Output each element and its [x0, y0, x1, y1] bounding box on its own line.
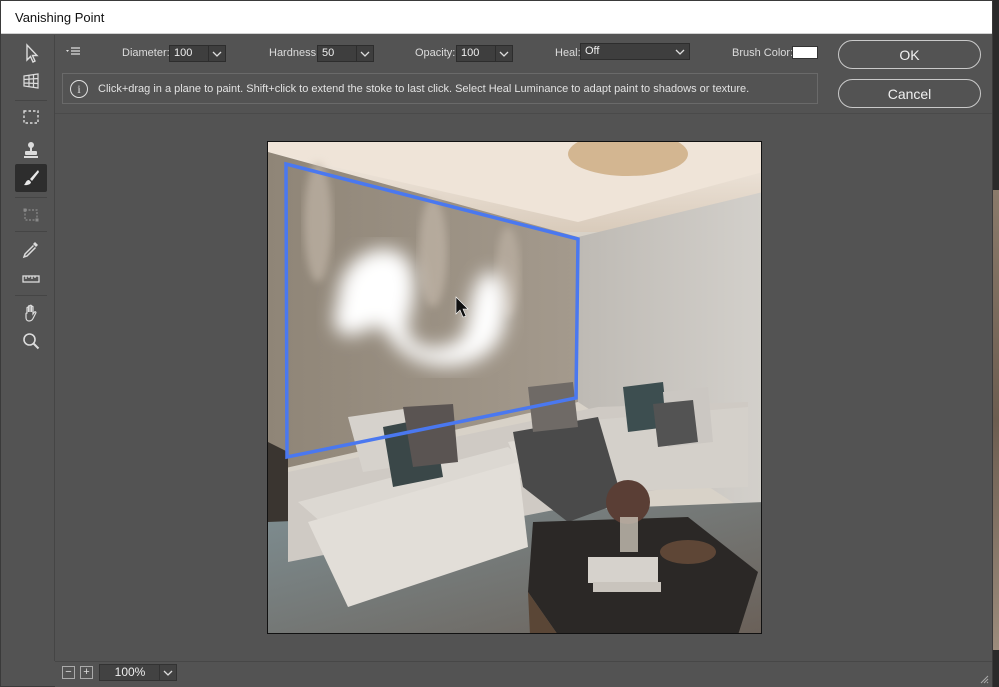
transform-icon: [23, 208, 39, 222]
brush-icon: [24, 170, 39, 186]
opacity-label: Opacity:: [415, 47, 456, 59]
tool-options-bar: Diameter: 100 Hardness: 50 Opacity: 100 …: [55, 35, 831, 71]
edit-plane-tool[interactable]: [15, 39, 47, 67]
hardness-dropdown[interactable]: [356, 45, 374, 62]
chevron-down-icon: [163, 670, 173, 676]
mouse-cursor: [455, 296, 469, 318]
cancel-button[interactable]: Cancel: [838, 79, 981, 108]
opacity-dropdown[interactable]: [495, 45, 513, 62]
marquee-tool[interactable]: [15, 103, 47, 131]
background-window-edge: [993, 0, 999, 687]
window-title: Vanishing Point: [15, 10, 105, 25]
diameter-dropdown[interactable]: [208, 45, 226, 62]
diameter-label: Diameter:: [122, 47, 170, 59]
eyedropper-tool[interactable]: [15, 235, 47, 263]
heal-select[interactable]: Off: [580, 43, 690, 60]
info-bar: i Click+drag in a plane to paint. Shift+…: [62, 73, 818, 104]
eyedropper-icon: [22, 242, 38, 259]
hand-icon: [25, 304, 37, 322]
brush-color-label: Brush Color:: [732, 47, 794, 59]
chevron-down-icon: [675, 49, 685, 55]
magnifier-icon: [23, 333, 40, 350]
grid-plane-icon: [23, 73, 39, 89]
hand-tool[interactable]: [15, 299, 47, 327]
transform-tool[interactable]: [15, 201, 47, 229]
ok-button[interactable]: OK: [838, 40, 981, 69]
dashed-rectangle-icon: [23, 110, 39, 124]
stamp-icon: [24, 142, 38, 158]
heal-label: Heal:: [555, 47, 581, 59]
brush-tool[interactable]: [15, 164, 47, 192]
info-message: Click+drag in a plane to paint. Shift+cl…: [98, 83, 750, 95]
vanishing-point-dialog: Vanishing Point Diameter: 100 Hardness: …: [0, 0, 993, 687]
resize-grip-icon[interactable]: [979, 674, 989, 684]
zoom-tool[interactable]: [15, 327, 47, 355]
stamp-tool[interactable]: [15, 136, 47, 164]
create-plane-tool[interactable]: [15, 67, 47, 95]
zoom-in-button[interactable]: +: [80, 666, 93, 679]
image-canvas[interactable]: [267, 141, 762, 634]
heal-value: Off: [585, 45, 600, 57]
measure-tool[interactable]: [15, 264, 47, 292]
chevron-down-icon: [360, 51, 370, 57]
zoom-level-field[interactable]: 100%: [99, 664, 161, 681]
opacity-field[interactable]: 100: [456, 45, 496, 62]
diameter-field[interactable]: 100: [169, 45, 209, 62]
brush-color-swatch[interactable]: [792, 46, 818, 59]
title-bar[interactable]: Vanishing Point: [1, 1, 992, 34]
zoom-dropdown[interactable]: [159, 664, 177, 681]
hardness-label: Hardness:: [269, 47, 320, 59]
hardness-field[interactable]: 50: [317, 45, 357, 62]
info-icon: i: [70, 80, 88, 98]
ruler-icon: [22, 275, 40, 283]
zoom-out-button[interactable]: −: [62, 666, 75, 679]
arrow-pointer-icon: [26, 43, 39, 63]
chevron-down-icon: [212, 51, 222, 57]
tool-panel: [1, 35, 55, 661]
status-bar: − + 100%: [55, 661, 992, 687]
chevron-down-icon: [499, 51, 509, 57]
options-menu-icon[interactable]: [65, 46, 81, 58]
